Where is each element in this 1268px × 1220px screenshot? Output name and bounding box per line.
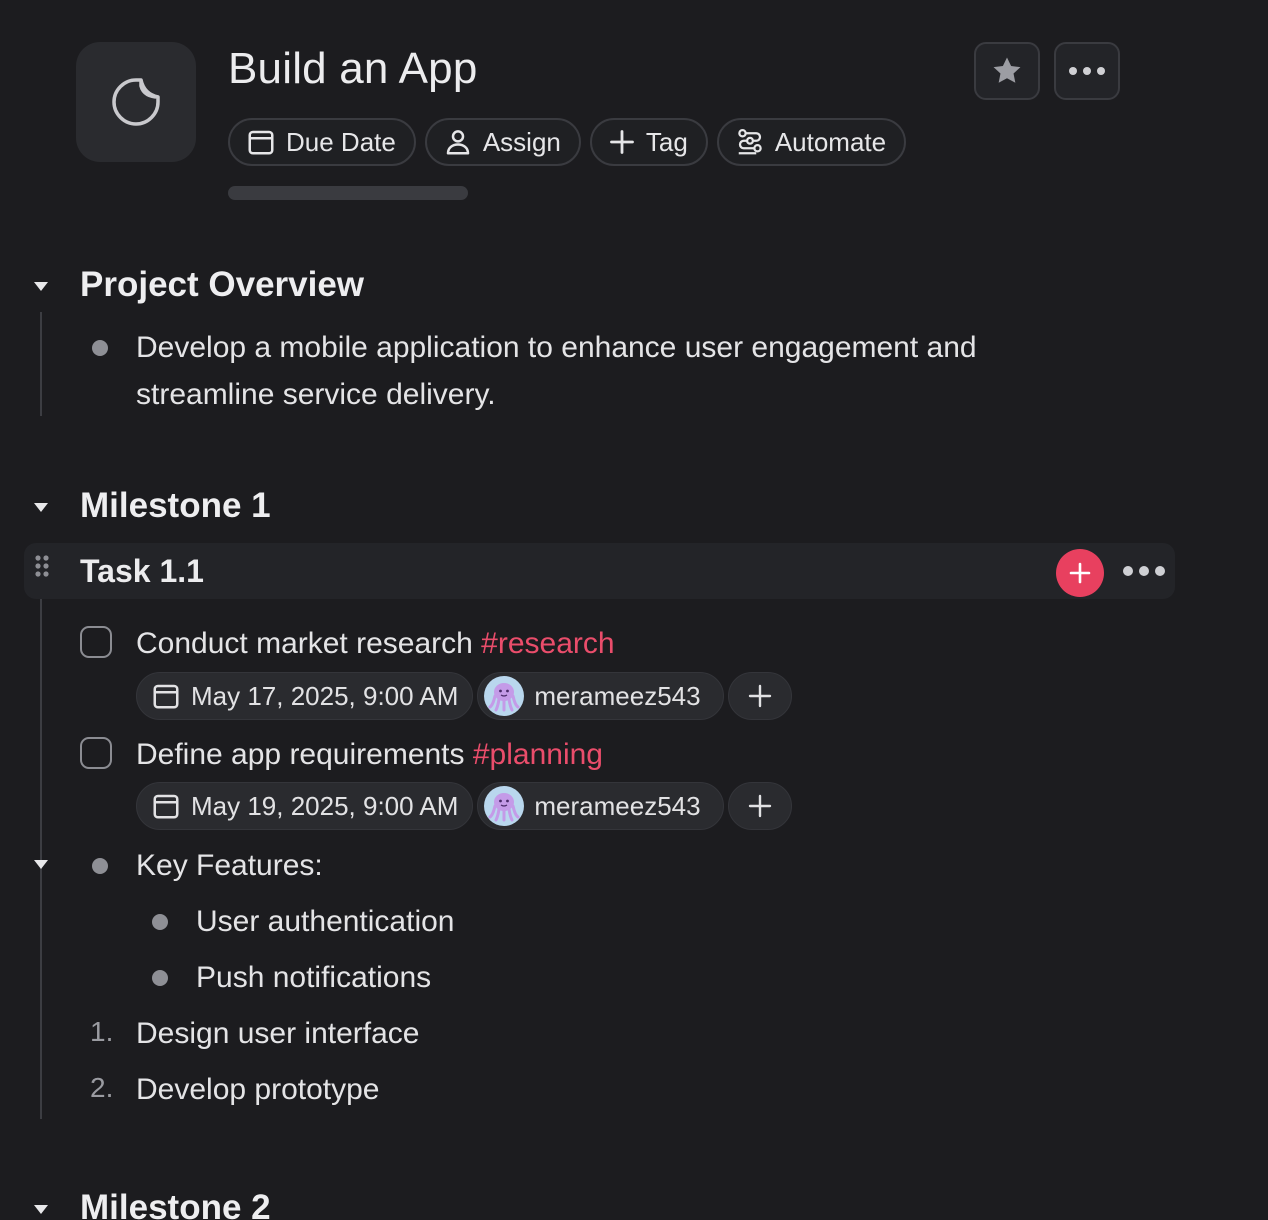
calendar-icon <box>248 130 274 155</box>
todo-meta-row: May 17, 2025, 9:00 AM merameez543 <box>136 672 792 720</box>
calendar-icon <box>153 684 179 709</box>
numbered-item[interactable]: Develop prototype <box>136 1066 380 1113</box>
task-title[interactable]: Task 1.1 <box>80 553 204 590</box>
assign-chip[interactable]: Assign <box>424 118 581 166</box>
header-chips: Due Date Assign Tag Automate <box>228 118 907 166</box>
octopus-avatar-icon <box>488 793 520 822</box>
list-number: 2. <box>90 1072 114 1103</box>
drag-handle-icon[interactable] <box>34 554 50 578</box>
task-checkbox[interactable] <box>80 626 112 658</box>
page: Build an App Due Date Assign Tag Automat… <box>0 0 1268 1220</box>
more-icon <box>1069 67 1105 75</box>
add-property-button[interactable] <box>727 672 792 720</box>
automate-icon <box>738 129 762 155</box>
automate-chip[interactable]: Automate <box>716 118 907 166</box>
page-title[interactable]: Build an App <box>228 44 478 94</box>
calendar-icon <box>153 794 179 819</box>
tag-label: Tag <box>645 126 688 157</box>
overview-text-line2[interactable]: streamline service delivery. <box>136 371 496 418</box>
feature-item[interactable]: Push notifications <box>196 954 431 1001</box>
add-item-button[interactable] <box>1056 549 1104 597</box>
date-chip[interactable]: May 17, 2025, 9:00 AM <box>136 672 474 720</box>
plus-icon <box>609 130 634 154</box>
todo-text[interactable]: Conduct market research #research <box>136 620 615 667</box>
collapse-caret-icon[interactable] <box>33 1203 49 1215</box>
star-icon <box>993 57 1021 83</box>
section-heading-milestone-1[interactable]: Milestone 1 <box>80 486 271 526</box>
features-label[interactable]: Key Features: <box>136 842 323 889</box>
bullet-dot <box>92 858 108 874</box>
date-chip[interactable]: May 19, 2025, 9:00 AM <box>136 782 474 830</box>
collapse-caret-icon[interactable] <box>33 501 49 513</box>
assignee-name: merameez543 <box>534 790 701 821</box>
task-more-icon[interactable] <box>1122 563 1166 579</box>
section-heading-milestone-2[interactable]: Milestone 2 <box>80 1188 271 1220</box>
collapse-caret-icon[interactable] <box>33 858 49 870</box>
plus-icon <box>1069 562 1091 584</box>
assignee-name: merameez543 <box>534 680 701 711</box>
page-icon[interactable] <box>76 42 196 162</box>
collapse-caret-icon[interactable] <box>33 280 49 292</box>
outline-guide <box>40 312 42 416</box>
favorite-button[interactable] <box>974 42 1040 100</box>
add-property-button[interactable] <box>727 782 792 830</box>
feature-item[interactable]: User authentication <box>196 898 455 945</box>
section-heading-overview[interactable]: Project Overview <box>80 265 364 305</box>
due-date-chip[interactable]: Due Date <box>228 118 416 166</box>
plus-icon <box>748 684 771 708</box>
date-label: May 17, 2025, 9:00 AM <box>191 680 459 711</box>
list-number: 1. <box>90 1016 114 1047</box>
avatar <box>484 676 525 716</box>
overview-text-line1[interactable]: Develop a mobile application to enhance … <box>136 324 977 371</box>
hashtag[interactable]: #planning <box>473 738 603 771</box>
numbered-item[interactable]: Design user interface <box>136 1010 419 1057</box>
task-checkbox[interactable] <box>80 737 112 769</box>
plus-icon <box>748 794 771 818</box>
todo-text[interactable]: Define app requirements #planning <box>136 731 603 778</box>
bullet-dot <box>92 340 108 356</box>
automate-label: Automate <box>774 126 887 157</box>
todo-meta-row: May 19, 2025, 9:00 AM merameez543 <box>136 782 792 830</box>
date-label: May 19, 2025, 9:00 AM <box>191 790 459 821</box>
person-icon <box>446 130 470 155</box>
tag-chip[interactable]: Tag <box>589 118 708 166</box>
bullet-dot <box>152 914 168 930</box>
avatar <box>484 786 525 826</box>
assignee-chip[interactable]: merameez543 <box>477 782 724 830</box>
bullet-dot <box>152 970 168 986</box>
octopus-avatar-icon <box>488 683 520 712</box>
todo-label: Conduct market research <box>136 627 482 660</box>
assignee-chip[interactable]: merameez543 <box>477 672 724 720</box>
assign-label: Assign <box>482 126 561 157</box>
progress-bar <box>228 186 468 200</box>
more-options-button[interactable] <box>1054 42 1120 100</box>
hashtag[interactable]: #research <box>481 627 614 660</box>
due-date-label: Due Date <box>286 126 396 157</box>
todo-label: Define app requirements <box>136 738 473 771</box>
